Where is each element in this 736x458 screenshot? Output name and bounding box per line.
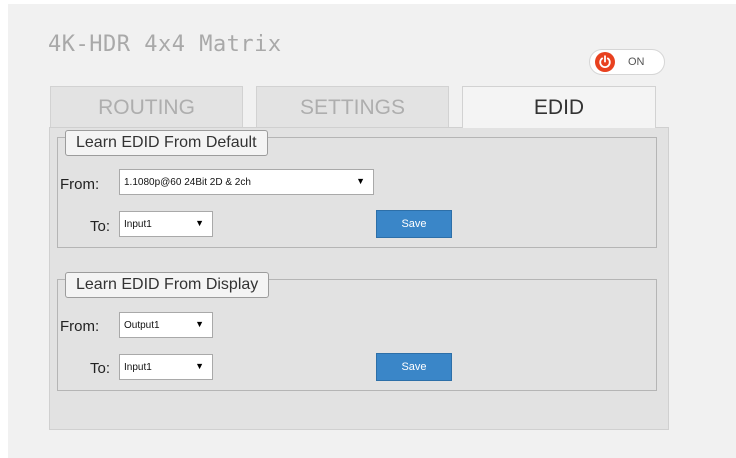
power-icon [595, 52, 615, 72]
learn-default-to-select[interactable]: Input1 ▼ [119, 211, 213, 237]
learn-display-from-value: Output1 [124, 320, 160, 331]
power-toggle[interactable]: ON [589, 49, 665, 75]
power-label: ON [628, 56, 645, 68]
learn-display-group: Learn EDID From Display From: Output1 ▼ … [57, 272, 657, 391]
learn-default-group: Learn EDID From Default From: 1.1080p@60… [57, 130, 657, 248]
learn-display-to-label: To: [90, 360, 111, 377]
learn-display-to-value: Input1 [124, 362, 152, 373]
learn-default-to-value: Input1 [124, 219, 152, 230]
edid-panel: Learn EDID From Default From: 1.1080p@60… [49, 127, 669, 430]
learn-default-from-select[interactable]: 1.1080p@60 24Bit 2D & 2ch ▼ [119, 169, 374, 195]
learn-display-title: Learn EDID From Display [65, 272, 270, 298]
tab-edid[interactable]: EDID [462, 86, 656, 128]
learn-display-from-select[interactable]: Output1 ▼ [119, 312, 213, 338]
learn-default-save-button[interactable]: Save [376, 210, 452, 238]
chevron-down-icon: ▼ [195, 218, 204, 228]
tab-settings[interactable]: SETTINGS [256, 86, 449, 127]
app-title: 4K-HDR 4x4 Matrix [48, 32, 282, 57]
tab-routing[interactable]: ROUTING [50, 86, 243, 127]
chevron-down-icon: ▼ [195, 361, 204, 371]
learn-default-title: Learn EDID From Default [65, 130, 268, 156]
chevron-down-icon: ▼ [356, 176, 365, 186]
learn-default-to-label: To: [90, 218, 111, 235]
chevron-down-icon: ▼ [195, 319, 204, 329]
learn-display-save-button[interactable]: Save [376, 353, 452, 381]
learn-display-to-select[interactable]: Input1 ▼ [119, 354, 213, 380]
learn-default-from-label: From: [60, 176, 100, 193]
learn-display-from-label: From: [60, 318, 100, 335]
learn-default-from-value: 1.1080p@60 24Bit 2D & 2ch [124, 177, 251, 188]
